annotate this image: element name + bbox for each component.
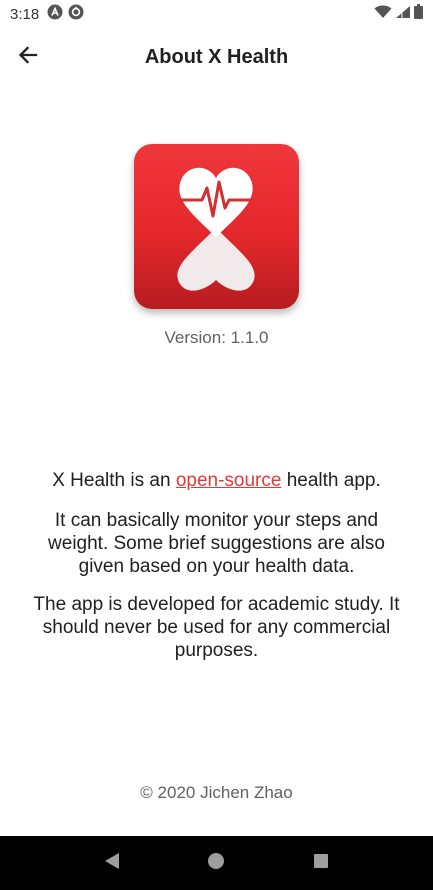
battery-icon — [414, 4, 423, 24]
copyright-text: © 2020 Jichen Zhao — [140, 783, 293, 802]
open-source-link[interactable]: open-source — [176, 470, 282, 491]
version-text: Version: 1.1.0 — [164, 328, 269, 347]
wifi-icon — [374, 5, 392, 24]
nav-home-button[interactable] — [196, 843, 236, 883]
x-health-heart-logo — [177, 167, 255, 291]
intro-paragraph: X Health is an open-source health app. — [30, 469, 403, 492]
signal-icon — [395, 5, 411, 24]
status-right-icons — [374, 4, 423, 24]
home-circle-icon — [207, 852, 225, 875]
android-auto-icon — [47, 4, 63, 25]
nav-back-button[interactable] — [92, 843, 132, 883]
status-left-icons — [47, 4, 84, 25]
page-title: About X Health — [144, 46, 289, 68]
intro-prefix: X Health is an — [52, 470, 176, 491]
app-logo — [134, 144, 299, 309]
disclaimer-paragraph: The app is developed for academic study.… — [33, 594, 400, 661]
nav-recents-button[interactable] — [301, 843, 341, 883]
intro-suffix: health app. — [281, 470, 381, 491]
features-paragraph: It can basically monitor your steps and … — [48, 510, 385, 577]
sync-icon — [68, 4, 84, 25]
app-bar: About X Health — [0, 28, 433, 86]
status-bar: 3:18 — [0, 0, 433, 28]
recents-square-icon — [313, 853, 329, 874]
status-time: 3:18 — [10, 5, 40, 23]
back-triangle-icon — [104, 852, 120, 875]
system-nav-bar — [0, 836, 433, 890]
